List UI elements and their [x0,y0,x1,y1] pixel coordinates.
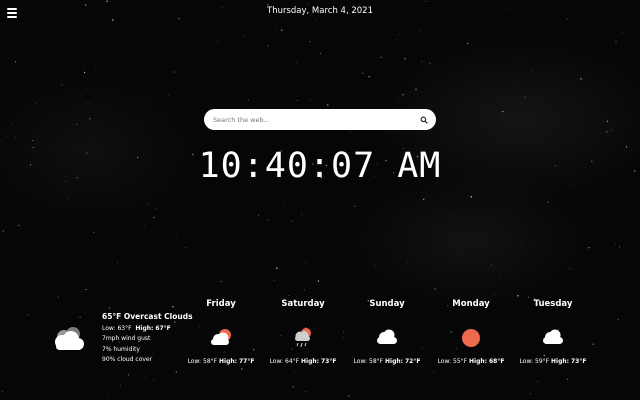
forecast-low: 58°F [203,358,218,365]
current-low-label: Low: [102,324,116,332]
sun-icon [462,329,480,347]
clock-time: 10:40:07 AM [198,146,442,186]
forecast-day: Friday Low: 58°F High: 77°F [181,299,261,365]
search-bar[interactable] [204,109,436,130]
forecast-day: Tuesday Low: 59°F High: 73°F [513,299,593,365]
forecast-high: 77°F [238,358,255,365]
current-condition: 65°F Overcast Clouds [102,312,193,321]
forecast-high: 73°F [570,358,587,365]
forecast-day-name: Tuesday [533,299,573,309]
forecast-day-name: Sunday [369,299,405,309]
current-humidity: 7% humidity [102,345,140,353]
forecast-high-label: High: [385,358,404,365]
forecast-low-label: Low: [519,358,534,365]
forecast-low-high: Low: 58°F High: 77°F [181,358,261,365]
forecast-low-high: Low: 59°F High: 73°F [513,358,593,365]
new-tab-page: Thursday, March 4, 2021 10:40:07 AM 65°F… [0,0,640,400]
current-wind: 7mph wind gust [102,335,151,342]
forecast-low: 58°F [369,358,384,365]
cloud-icon [55,327,84,350]
search-icon[interactable] [420,116,428,124]
forecast-high: 68°F [488,358,505,365]
forecast-low-high: Low: 58°F High: 72°F [347,358,427,365]
search-input[interactable] [213,115,420,124]
forecast-high: 72°F [404,358,421,365]
rain-icon [295,328,311,348]
current-high-label: High: [135,324,154,332]
forecast-low-high: Low: 64°F High: 73°F [263,358,343,365]
cloud-icon [377,329,397,344]
forecast-low-label: Low: [353,358,368,365]
forecast-low-label: Low: [187,358,202,365]
forecast-day: Saturday Low: 64°F High: 73°F [263,299,343,365]
forecast-low: 55°F [453,358,468,365]
forecast-day-name: Friday [206,299,236,309]
current-low-value: 63°F [117,324,132,332]
forecast-day: Monday Low: 55°F High: 68°F [431,299,511,365]
forecast-high-label: High: [219,358,238,365]
forecast-low-label: Low: [437,358,452,365]
current-weather: 65°F Overcast Clouds Low: 63°F High: 67°… [102,312,193,366]
forecast-low: 59°F [535,358,550,365]
forecast-high-label: High: [301,358,320,365]
forecast-low-label: Low: [269,358,284,365]
current-low-high: Low: 63°F High: 67°F [102,324,193,335]
current-date: Thursday, March 4, 2021 [267,6,373,16]
forecast-day-name: Monday [452,299,490,309]
forecast-high-label: High: [551,358,570,365]
forecast-high-label: High: [469,358,488,365]
current-cloud-cover: 90% cloud cover [102,356,153,363]
forecast-low-high: Low: 55°F High: 68°F [431,358,511,365]
forecast-day: Sunday Low: 58°F High: 72°F [347,299,427,365]
cloud-icon [543,329,563,344]
forecast-day-name: Saturday [281,299,325,309]
forecast-low: 64°F [285,358,300,365]
forecast-high: 73°F [320,358,337,365]
current-high-value: 67°F [155,324,171,332]
partly-cloudy-icon [211,329,231,345]
